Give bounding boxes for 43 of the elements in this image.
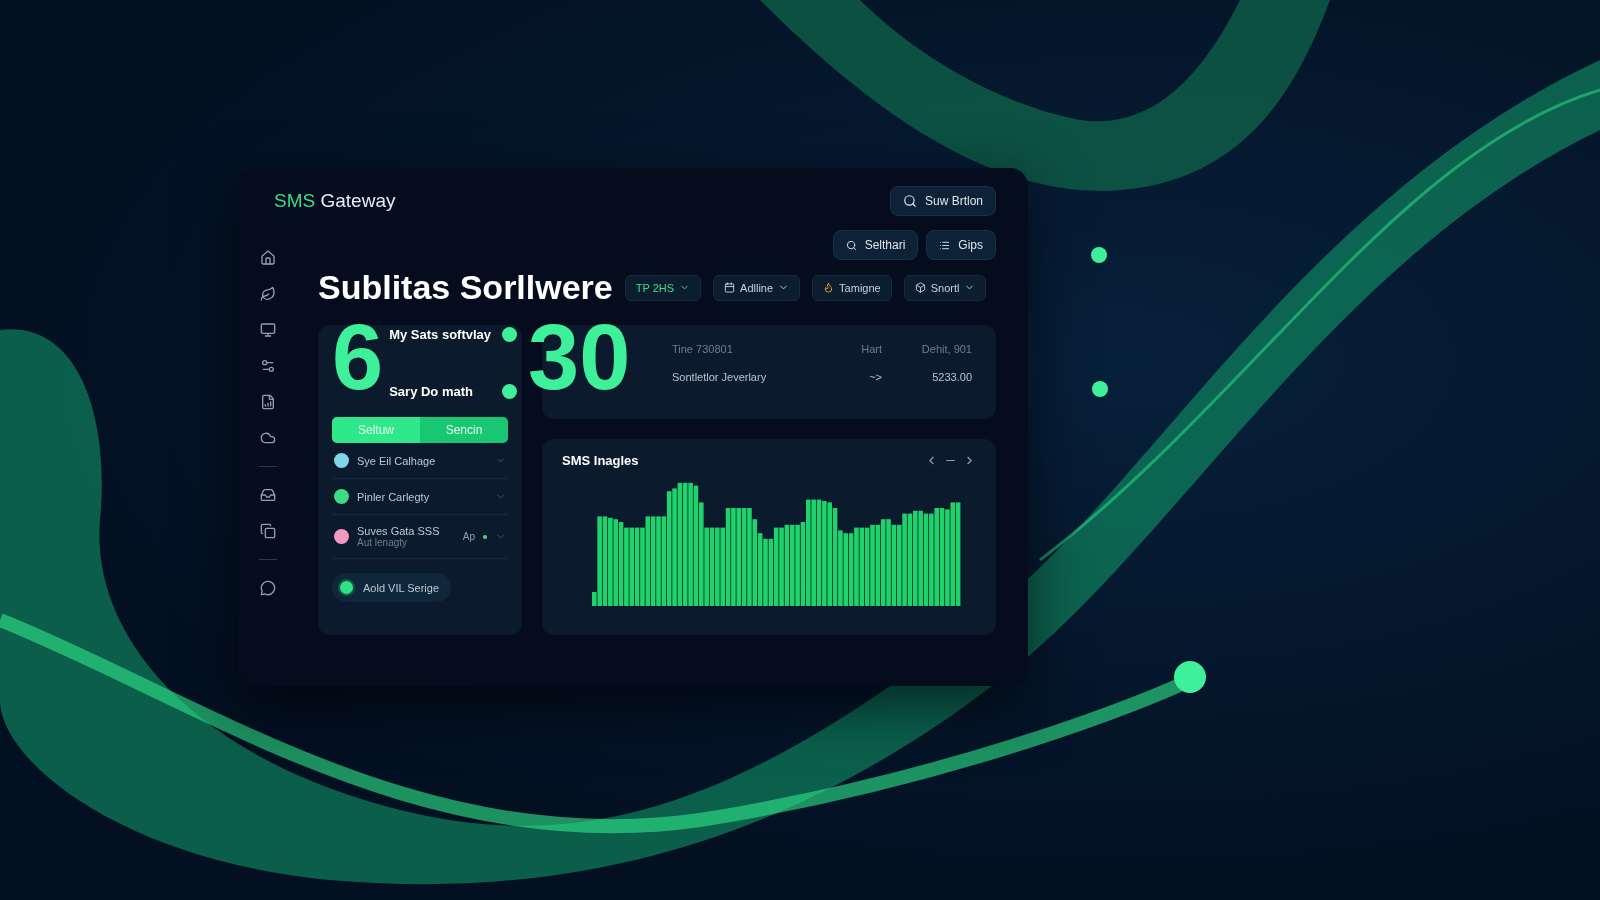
monitor-icon[interactable] [260, 322, 276, 338]
minutes-display: 30 [528, 313, 631, 401]
toolbar-button[interactable]: Gips [926, 230, 996, 260]
filter-dropdown[interactable]: Adlline [713, 274, 801, 301]
time-label: Sary Do math [389, 384, 474, 399]
cloud-icon[interactable] [260, 430, 276, 446]
filter-dropdown[interactable]: Tamigne [812, 274, 892, 301]
search-icon [845, 239, 857, 251]
hours-display: 6 [332, 313, 384, 401]
table-cell-text: ~> [868, 371, 882, 383]
add-button[interactable]: Aold VIL Serige [332, 573, 452, 602]
item-subtitle: Aut lenagty [357, 537, 409, 548]
table-header: Dehit, 901 [920, 343, 972, 355]
item-title: Suves Gata SSS [357, 525, 441, 537]
status-dot-icon [483, 534, 487, 539]
inbox-icon[interactable] [260, 487, 276, 503]
report-icon[interactable] [260, 394, 276, 410]
table-cell-text: Sontletlor Jeverlary [672, 371, 768, 383]
item-title: Sye Eil Calhage [357, 454, 437, 467]
box-icon [914, 282, 926, 293]
dot-icon [338, 579, 355, 596]
list-icon [939, 239, 951, 251]
item-value: Ap [462, 531, 475, 542]
table-cell-text: 5233.00 [931, 371, 972, 383]
copy-icon[interactable] [260, 523, 276, 539]
filter-dropdown[interactable]: TP 2HS [624, 274, 702, 301]
calendar-icon [724, 282, 736, 293]
sliders-icon[interactable] [260, 358, 276, 374]
toolbar-button[interactable]: Selthari [832, 230, 919, 260]
app-title: SMS Gateway [274, 190, 396, 212]
leaf-icon[interactable] [260, 286, 276, 302]
table-header: Tine 730801 [672, 343, 734, 355]
home-icon[interactable] [260, 250, 276, 266]
flame-icon [823, 282, 835, 293]
table-header: Hart [860, 343, 882, 355]
page-title: Sublitas Sorllwere [318, 268, 613, 307]
search-icon [902, 194, 917, 208]
item-title: Pinler Carlegty [357, 490, 431, 503]
chat-icon[interactable] [260, 580, 276, 596]
chart-title: SMS Inagles [562, 453, 639, 468]
filter-dropdown[interactable]: Snortl [903, 274, 987, 301]
search-button[interactable]: Suw Brtlon [889, 186, 996, 216]
time-label: My Sats softvlay [389, 327, 492, 342]
